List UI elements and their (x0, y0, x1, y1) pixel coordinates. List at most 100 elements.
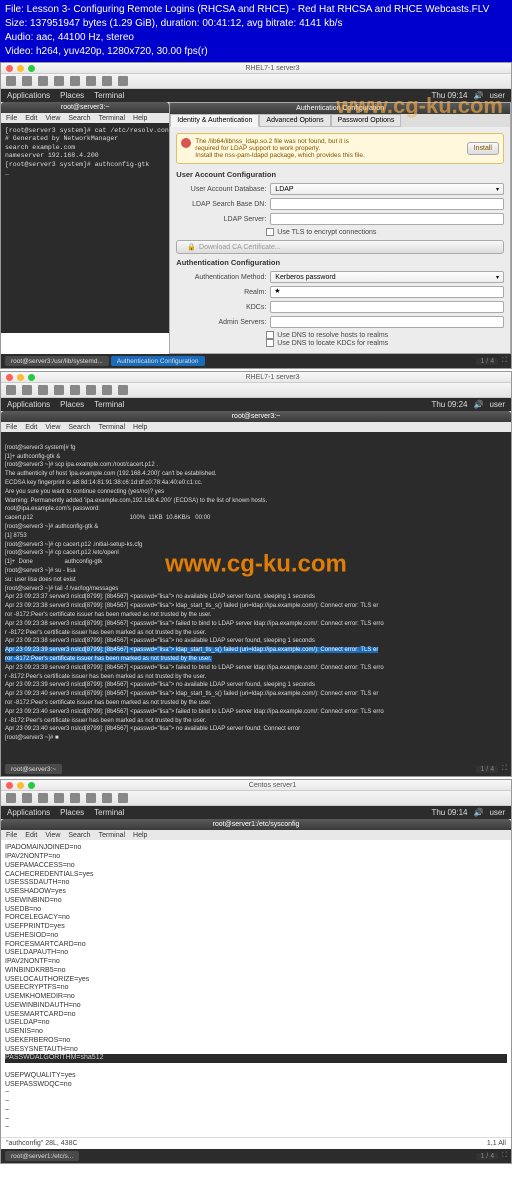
tool-icon[interactable] (70, 385, 80, 395)
menu-help[interactable]: Help (133, 115, 147, 122)
menu-places[interactable]: Places (60, 400, 84, 409)
menu-edit[interactable]: Edit (25, 115, 37, 122)
menu-applications[interactable]: Applications (7, 808, 50, 817)
checkbox-dns-realms[interactable] (266, 331, 274, 339)
menu-terminal[interactable]: Terminal (99, 424, 125, 431)
resize-icon[interactable]: ⛶ (502, 1152, 507, 1160)
zoom-icon[interactable] (28, 782, 35, 789)
task-authconfig[interactable]: Authentication Configuration (111, 356, 205, 366)
tool-icon[interactable] (86, 76, 96, 86)
task-terminal[interactable]: root@server3:/usr/lib/systemd... (5, 356, 109, 366)
tool-icon[interactable] (22, 385, 32, 395)
workspace-indicator[interactable]: 1 / 4 (476, 766, 498, 773)
workspace-indicator[interactable]: 1 / 4 (476, 358, 498, 365)
tool-icon[interactable] (118, 385, 128, 395)
tool-icon[interactable] (54, 793, 64, 803)
tool-icon[interactable] (38, 793, 48, 803)
menu-file[interactable]: File (6, 115, 17, 122)
clock[interactable]: Thu 09:24 (431, 400, 467, 409)
select-user-db[interactable]: LDAP▾ (270, 183, 504, 195)
terminal-output[interactable]: [root@server3 system]# cat /etc/resolv.c… (1, 123, 169, 333)
tool-icon[interactable] (54, 385, 64, 395)
tool-icon[interactable] (70, 793, 80, 803)
clock[interactable]: Thu 09:14 (431, 808, 467, 817)
install-button[interactable]: Install (467, 142, 499, 155)
tool-icon[interactable] (102, 76, 112, 86)
select-auth-method[interactable]: Kerberos password▾ (270, 271, 504, 283)
task-terminal[interactable]: root@server3:~ (5, 764, 62, 774)
menu-terminal[interactable]: Terminal (99, 115, 125, 122)
menu-view[interactable]: View (45, 424, 60, 431)
checkbox-dns-kdcs[interactable] (266, 339, 274, 347)
tool-icon[interactable] (118, 76, 128, 86)
user-menu[interactable]: user (489, 808, 505, 817)
menu-places[interactable]: Places (60, 808, 84, 817)
menu-file[interactable]: File (6, 424, 17, 431)
warning-icon (181, 138, 191, 148)
input-kdcs[interactable] (270, 301, 504, 313)
menu-file[interactable]: File (6, 832, 17, 839)
close-icon[interactable] (6, 65, 13, 72)
close-icon[interactable] (6, 374, 13, 381)
menu-terminal[interactable]: Terminal (99, 832, 125, 839)
menu-edit[interactable]: Edit (25, 832, 37, 839)
mac-titlebar: RHEL7-1 server3 (1, 372, 511, 383)
tool-icon[interactable] (102, 385, 112, 395)
tab-identity[interactable]: Identity & Authentication (170, 114, 259, 127)
menu-terminal[interactable]: Terminal (94, 808, 124, 817)
tool-icon[interactable] (38, 76, 48, 86)
gnome-top-bar: Applications Places Terminal Thu 09:14 🔊… (1, 806, 511, 819)
menu-terminal[interactable]: Terminal (94, 91, 124, 100)
close-icon[interactable] (6, 782, 13, 789)
menu-view[interactable]: View (45, 832, 60, 839)
tab-advanced[interactable]: Advanced Options (259, 114, 330, 127)
input-basedn[interactable] (270, 198, 504, 210)
terminal-title: root@server3:~ (1, 102, 169, 113)
input-ldap-server[interactable] (270, 213, 504, 225)
tool-icon[interactable] (118, 793, 128, 803)
menu-view[interactable]: View (45, 115, 60, 122)
workspace-indicator[interactable]: 1 / 4 (476, 1153, 498, 1160)
sound-icon[interactable]: 🔊 (473, 808, 483, 817)
menu-places[interactable]: Places (60, 91, 84, 100)
label-admin: Admin Servers: (176, 319, 266, 326)
minimize-icon[interactable] (17, 65, 24, 72)
menu-terminal[interactable]: Terminal (94, 400, 124, 409)
sound-icon[interactable]: 🔊 (473, 400, 483, 409)
tool-icon[interactable] (86, 793, 96, 803)
resize-icon[interactable]: ⛶ (502, 357, 507, 365)
tool-icon[interactable] (86, 385, 96, 395)
warn-text-2: required for LDAP support to work proper… (195, 145, 364, 152)
tool-icon[interactable] (70, 76, 80, 86)
tool-icon[interactable] (6, 385, 16, 395)
terminal-output[interactable]: [root@server3 system]# fg [1]+ authconfi… (1, 432, 511, 762)
menu-applications[interactable]: Applications (7, 400, 50, 409)
tool-icon[interactable] (102, 793, 112, 803)
tool-icon[interactable] (6, 76, 16, 86)
minimize-icon[interactable] (17, 782, 24, 789)
tool-icon[interactable] (22, 793, 32, 803)
input-realm[interactable]: ★ (270, 286, 504, 298)
zoom-icon[interactable] (28, 374, 35, 381)
task-terminal[interactable]: root@server1:/etc/s... (5, 1151, 79, 1161)
tool-icon[interactable] (54, 76, 64, 86)
download-cert-button[interactable]: 🔒Download CA Certificate... (176, 240, 504, 254)
vim-editor[interactable]: IPADOMAINJOINED=no IPAV2NONTP=no USEPAMA… (1, 840, 511, 1137)
menu-help[interactable]: Help (133, 832, 147, 839)
menu-search[interactable]: Search (68, 115, 90, 122)
menu-search[interactable]: Search (68, 832, 90, 839)
menu-help[interactable]: Help (133, 424, 147, 431)
zoom-icon[interactable] (28, 65, 35, 72)
user-menu[interactable]: user (489, 400, 505, 409)
input-admin[interactable] (270, 316, 504, 328)
menu-applications[interactable]: Applications (7, 91, 50, 100)
checkbox-tls[interactable] (266, 228, 274, 236)
tool-icon[interactable] (6, 793, 16, 803)
tool-icon[interactable] (22, 76, 32, 86)
screenshot-1: RHEL7-1 server3 Applications Places Term… (0, 62, 512, 369)
menu-search[interactable]: Search (68, 424, 90, 431)
menu-edit[interactable]: Edit (25, 424, 37, 431)
tool-icon[interactable] (38, 385, 48, 395)
resize-icon[interactable]: ⛶ (502, 765, 507, 773)
minimize-icon[interactable] (17, 374, 24, 381)
